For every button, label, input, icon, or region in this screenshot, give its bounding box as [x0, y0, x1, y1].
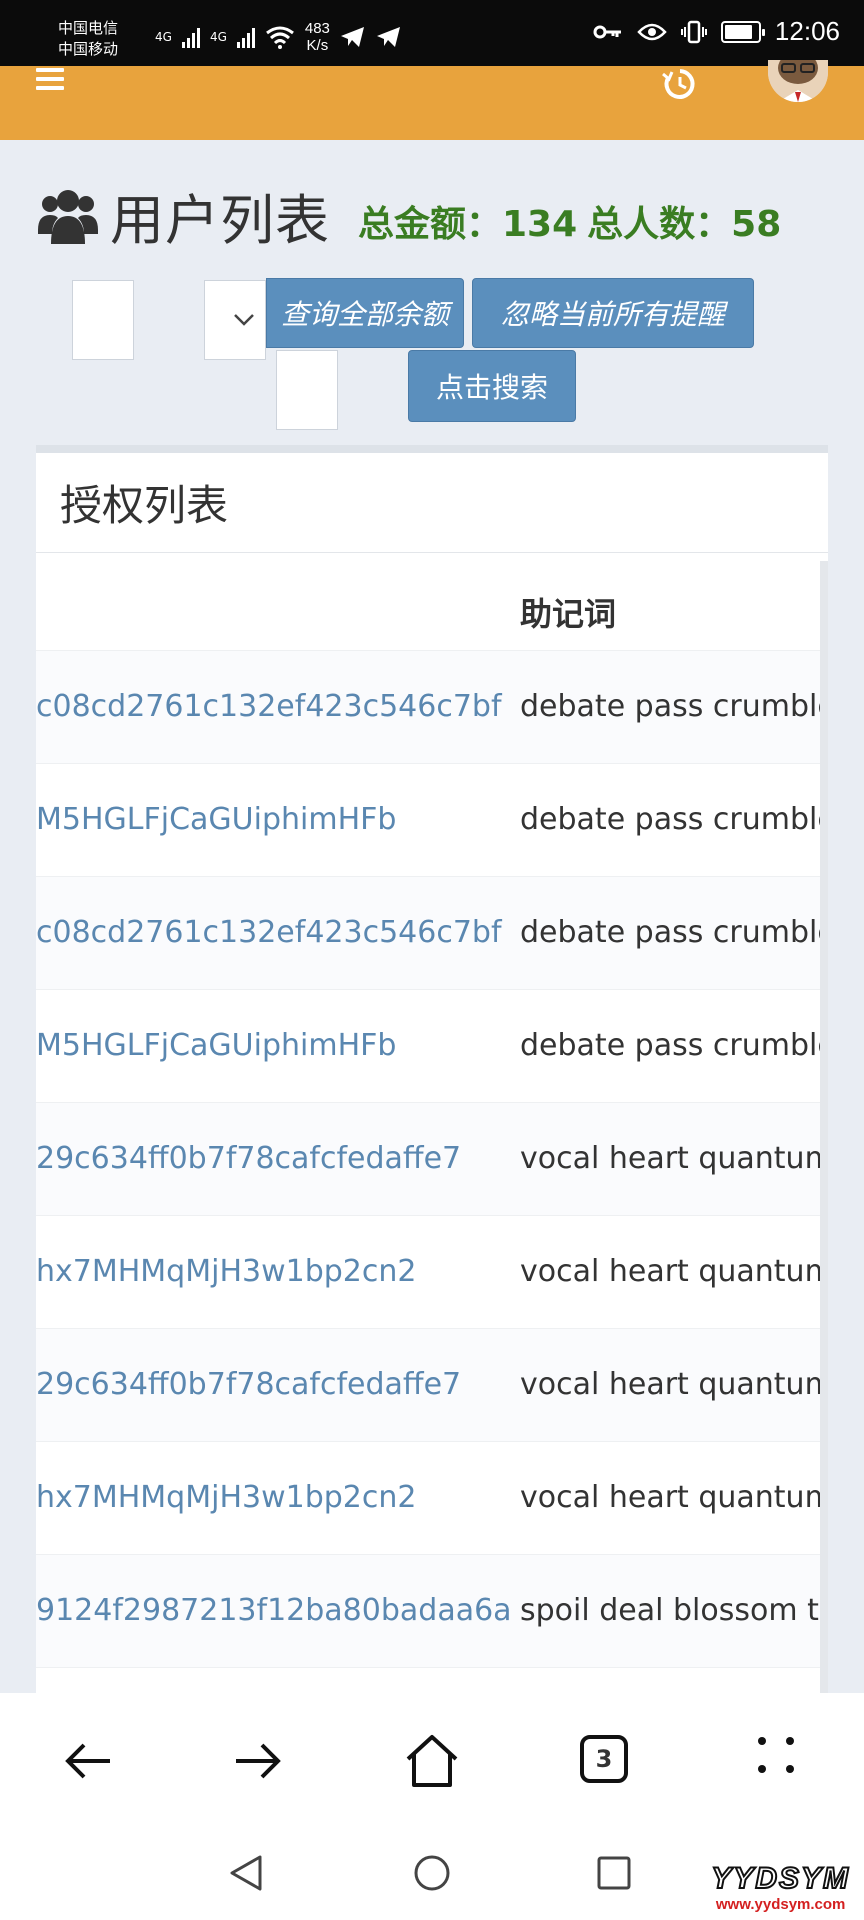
wifi-icon [265, 26, 294, 49]
totals: 总金额：134 总人数：58 [358, 195, 791, 247]
more-options-icon[interactable] [756, 1735, 800, 1779]
mnemonic-cell: debate pass crumble w [520, 689, 820, 724]
address-link[interactable]: c08cd2761c132ef423c546c7bf [36, 689, 502, 724]
nav-recents-icon[interactable] [596, 1855, 632, 1891]
nav-back-icon[interactable] [228, 1853, 264, 1893]
key-icon [593, 25, 621, 38]
network-1-label: 4G [155, 30, 172, 44]
table-body: c08cd2761c132ef423c546c7bf debate pass cr… [36, 651, 820, 1668]
eye-icon [637, 23, 667, 40]
address-link[interactable]: 29c634ff0b7f78cafcfedaffe7 [36, 1141, 461, 1176]
back-icon[interactable] [60, 1733, 116, 1789]
carrier-labels: 中国电信 中国移动 [58, 18, 118, 60]
telegram-icon-2 [376, 27, 400, 47]
search-button[interactable]: 点击搜索 [408, 350, 576, 422]
filter-input-1[interactable] [72, 280, 134, 360]
filter-select[interactable] [204, 280, 266, 360]
table-row: M5HGLFjCaGUiphimHFb debate pass crumble w [36, 990, 820, 1103]
avatar[interactable] [768, 60, 828, 102]
address-link[interactable]: M5HGLFjCaGUiphimHFb [36, 802, 396, 837]
address-link[interactable]: c08cd2761c132ef423c546c7bf [36, 915, 502, 950]
address-link[interactable]: hx7MHMqMjH3w1bp2cn2 [36, 1254, 416, 1289]
chevron-down-icon [234, 314, 254, 326]
title-row: 用户列表 总金额：134 总人数：58 [36, 176, 791, 255]
mnemonic-cell: vocal heart quantum s [520, 1141, 820, 1176]
table-row: M5HGLFjCaGUiphimHFb debate pass crumble w [36, 764, 820, 877]
app-header [0, 60, 864, 140]
tab-count-button[interactable]: 3 [580, 1735, 628, 1783]
panel-title: 授权列表 [36, 453, 828, 553]
address-link[interactable]: hx7MHMqMjH3w1bp2cn2 [36, 1480, 416, 1515]
authorization-panel: 授权列表 助记词 c08cd2761c132ef423c546c7bf debat… [36, 445, 828, 1695]
table-row: 29c634ff0b7f78cafcfedaffe7 vocal heart qu… [36, 1103, 820, 1216]
watermark-logo: YYDSYM [710, 1861, 850, 1896]
signal-icon [181, 26, 200, 48]
address-link[interactable]: 29c634ff0b7f78cafcfedaffe7 [36, 1367, 461, 1402]
table-row: 29c634ff0b7f78cafcfedaffe7 vocal heart qu… [36, 1329, 820, 1442]
mnemonic-cell: vocal heart quantum s [520, 1480, 820, 1515]
column-header-mnemonic: 助记词 [520, 595, 617, 633]
address-link[interactable]: 9124f2987213f12ba80badaa6a [36, 1593, 512, 1628]
carrier-2: 中国移动 [58, 41, 119, 58]
mnemonic-cell: spoil deal blossom tra [520, 1593, 820, 1628]
clock: 12:06 [774, 16, 840, 46]
home-icon[interactable] [404, 1733, 460, 1789]
status-bar: 中国电信 中国移动 4G 4G 483 K/s 12:06 [0, 0, 864, 66]
watermark: YYDSYM www.yydsym.com [710, 1861, 850, 1913]
battery-icon [720, 20, 765, 43]
ignore-reminders-button[interactable]: 忽略当前所有提醒 [472, 278, 754, 348]
users-icon [38, 189, 98, 244]
network-speed: 483 K/s [304, 20, 330, 54]
network-2-label: 4G [209, 30, 227, 44]
filter-input-2[interactable] [276, 350, 338, 430]
watermark-url: www.yydsym.com [715, 1896, 846, 1913]
query-all-balance-button[interactable]: 查询全部余额 [266, 278, 464, 348]
signal-icon-2 [236, 26, 255, 48]
table-row: c08cd2761c132ef423c546c7bf debate pass cr… [36, 877, 820, 990]
network-icons: 4G 4G 483 K/s [155, 20, 402, 54]
menu-icon[interactable] [36, 68, 64, 92]
total-amount: 总金额：134 [358, 203, 578, 245]
nav-home-icon[interactable] [412, 1853, 452, 1893]
history-icon[interactable] [660, 64, 700, 104]
table-row: hx7MHMqMjH3w1bp2cn2 vocal heart quantum s [36, 1442, 820, 1555]
page-title: 用户列表 [110, 189, 330, 252]
forward-icon[interactable] [230, 1733, 286, 1789]
vibrate-icon [680, 20, 707, 43]
mnemonic-cell: vocal heart quantum s [520, 1367, 820, 1402]
telegram-icon [340, 27, 364, 47]
mnemonic-cell: debate pass crumble w [520, 915, 820, 950]
mnemonic-cell: debate pass crumble w [520, 802, 820, 837]
status-right: 12:06 [593, 16, 840, 47]
mnemonic-cell: vocal heart quantum s [520, 1254, 820, 1289]
address-link[interactable]: M5HGLFjCaGUiphimHFb [36, 1028, 396, 1063]
table-row: 9124f2987213f12ba80badaa6a spoil deal blo… [36, 1555, 820, 1668]
authorization-table[interactable]: 助记词 c08cd2761c132ef423c546c7bf debate pas… [36, 561, 828, 1695]
avatar-icon [768, 60, 828, 102]
mnemonic-cell: debate pass crumble w [520, 1028, 820, 1063]
table-header: 助记词 [36, 561, 820, 651]
browser-toolbar: 3 [0, 1693, 864, 1823]
table-row: c08cd2761c132ef423c546c7bf debate pass cr… [36, 651, 820, 764]
table-row: hx7MHMqMjH3w1bp2cn2 vocal heart quantum s [36, 1216, 820, 1329]
carrier-1: 中国电信 [58, 20, 119, 37]
total-users: 总人数：58 [587, 203, 782, 245]
